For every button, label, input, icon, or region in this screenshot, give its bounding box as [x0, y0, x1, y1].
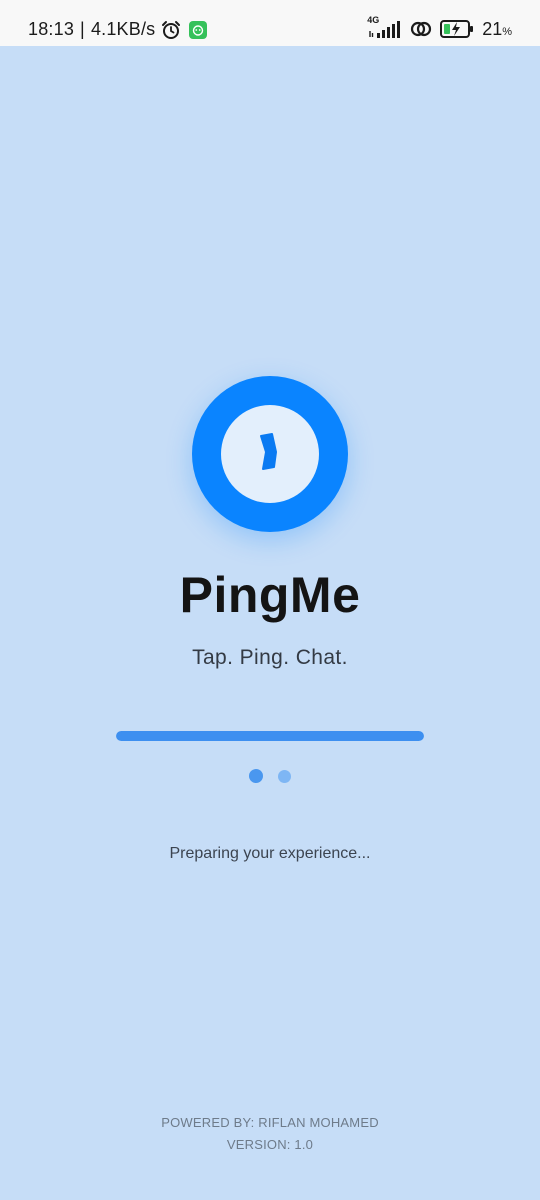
loading-progress-fill [116, 731, 424, 741]
loading-dot [278, 770, 291, 783]
app-notification-icon [189, 20, 208, 39]
hotspot-link-icon [411, 21, 432, 37]
footer: POWERED BY: RIFLAN MOHAMED VERSION: 1.0 [0, 1112, 540, 1156]
battery-charging-icon [440, 20, 474, 38]
loading-progress-bar [116, 731, 424, 741]
loading-message: Preparing your experience... [169, 845, 371, 862]
battery-percent-unit: % [502, 25, 512, 38]
network-speed: 4.1KB/s [90, 19, 156, 39]
app-title: PingMe [179, 567, 361, 623]
status-bar-right: 4G 21% [367, 15, 512, 40]
version-text: VERSION: 1.0 [226, 1137, 314, 1152]
battery-percentage: 21% [482, 19, 512, 40]
powered-by-text: POWERED BY: RIFLAN MOHAMED [161, 1115, 379, 1130]
ping-bubble-icon [260, 433, 277, 470]
alarm-icon [162, 20, 181, 39]
loading-indicator [0, 769, 540, 783]
status-time: 18:13 [28, 19, 75, 39]
battery-percent-value: 21 [482, 18, 503, 39]
status-bar-left: 18:13 | 4.1KB/s [28, 19, 208, 40]
app-logo [192, 376, 348, 532]
status-separator: | [80, 19, 85, 39]
app-logo-inner-circle [221, 405, 319, 503]
status-bar: 18:13 | 4.1KB/s 4G 21% [0, 0, 540, 46]
loading-dot [249, 769, 263, 783]
app-tagline: Tap. Ping. Chat. [192, 646, 348, 669]
signal-icon: 4G [367, 15, 402, 40]
